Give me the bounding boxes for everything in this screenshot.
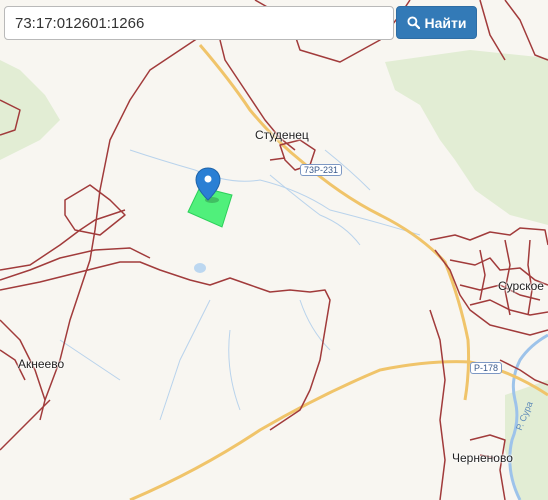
road-badge-r-178: Р-178	[470, 362, 503, 374]
search-button[interactable]: Найти	[396, 6, 477, 39]
place-label-surskoe: Сурское	[498, 279, 544, 293]
pond	[194, 263, 206, 273]
search-icon	[406, 16, 420, 29]
place-label-akneevo: Акнеево	[18, 357, 65, 371]
place-label-studenets: Студенец	[255, 128, 309, 142]
place-label-chernenovo: Черненово	[452, 451, 513, 465]
search-input[interactable]	[4, 6, 394, 40]
road-badge-73r-231: 73Р-231	[300, 164, 343, 176]
cadastral-map[interactable]	[0, 0, 548, 500]
search-button-label: Найти	[424, 14, 467, 31]
